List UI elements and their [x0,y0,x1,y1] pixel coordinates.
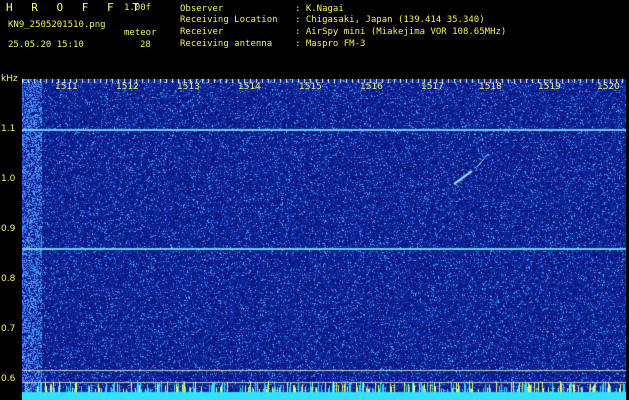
info-receiver-label: Receiver [180,27,224,37]
meteor-count: 28 [140,40,151,50]
hrofft-window: H R O F F T 1.00f KN9_2505201510.png met… [0,0,629,400]
frequency-tick-label: 0.9 [1,224,16,234]
time-tick-label: 1518 [479,82,502,92]
time-tick-label: 1516 [360,82,383,92]
time-tick-label: 1519 [538,82,561,92]
info-location-value: : Chigasaki, Japan (139.414 35.340) [295,15,485,25]
info-antenna-value: : Maspro FM-3 [295,39,366,49]
spectrogram-plot [22,79,626,400]
spectrogram-canvas [22,79,626,400]
version-label: 1.00f [124,3,152,13]
info-receiver-value: : AirSpy mini (Miakejima VOR 108.65MHz) [295,27,507,37]
time-tick-label: 1517 [421,82,444,92]
filename-label: KN9_2505201510.png [8,20,106,30]
meteor-label: meteor [124,28,157,38]
info-observer-label: Observer [180,4,224,14]
time-tick-label: 1515 [299,82,322,92]
frequency-tick-label: 0.8 [1,274,16,284]
frequency-tick-label: 0.6 [1,374,16,384]
frequency-tick-label: 1.1 [1,124,16,134]
time-tick-label: 1511 [55,82,78,92]
time-tick-label: 1512 [116,82,139,92]
time-tick-label: 1513 [177,82,200,92]
info-location-label: Receiving Location [180,15,278,25]
info-antenna-label: Receiving antenna [180,39,273,49]
time-tick-label: 1514 [238,82,261,92]
frequency-tick-label: 0.7 [1,324,16,334]
frequency-tick-label: 1.0 [1,174,16,184]
frequency-unit-label: kHz [1,74,18,84]
datetime-label: 25.05.20 15:10 [8,40,84,50]
time-tick-label: 1520 [597,82,620,92]
info-observer-value: : K.Nagai [295,4,344,14]
